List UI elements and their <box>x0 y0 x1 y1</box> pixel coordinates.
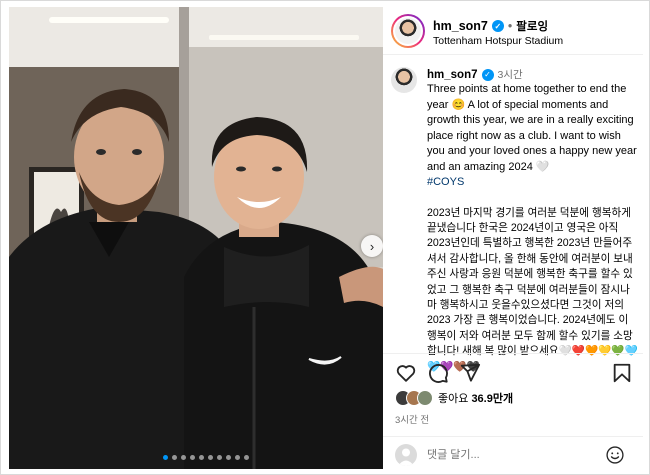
post-timestamp[interactable]: 3시간 전 <box>395 412 429 426</box>
hashtag-link[interactable]: #COYS <box>427 175 639 191</box>
user-placeholder-icon <box>398 448 414 466</box>
post-photo[interactable]: › <box>9 7 383 469</box>
post-header: hm_son7 ✓ • 팔로잉 Tottenham Hotspur Stadiu… <box>383 7 643 55</box>
comment-icon[interactable] <box>427 362 449 384</box>
bookmark-icon[interactable] <box>611 362 633 384</box>
carousel-dot <box>235 455 240 460</box>
liker-avatar <box>417 390 433 406</box>
verified-icon: ✓ <box>491 20 504 32</box>
comment-input[interactable] <box>427 445 597 465</box>
caption-username[interactable]: hm_son7 <box>427 69 478 81</box>
carousel-dots <box>163 455 249 460</box>
carousel-dot <box>226 455 231 460</box>
share-icon[interactable] <box>459 362 481 384</box>
caption-avatar[interactable] <box>391 67 417 93</box>
comment-bar <box>383 436 643 470</box>
carousel-dot <box>190 455 195 460</box>
avatar[interactable] <box>391 14 425 48</box>
carousel-dot <box>163 455 168 460</box>
carousel-dot <box>244 455 249 460</box>
carousel-dot <box>199 455 204 460</box>
following-button[interactable]: 팔로잉 <box>516 18 548 34</box>
heart-icon[interactable] <box>395 362 417 384</box>
photo-illustration <box>9 7 383 469</box>
carousel-dot <box>208 455 213 460</box>
carousel-dot <box>217 455 222 460</box>
emoji-icon[interactable] <box>605 445 625 465</box>
action-bar <box>395 362 633 384</box>
separator: • <box>507 19 513 33</box>
caption-english: Three points at home together to end the… <box>427 83 637 173</box>
caption-korean: 2023년 마지막 경기를 여러분 덕분에 행복하게 끝냈습니다 한국은 202… <box>427 206 638 373</box>
avatar <box>395 444 417 466</box>
caption-time: 3시간 <box>497 69 523 81</box>
instagram-post-window: › hm_son7 ✓ • 팔로잉 Tottenham Hotspur Stad… <box>0 0 650 475</box>
likes-number: 36.9만개 <box>471 393 514 405</box>
likes-row[interactable]: 좋아요 36.9만개 <box>395 389 513 407</box>
post-side-panel: hm_son7 ✓ • 팔로잉 Tottenham Hotspur Stadiu… <box>383 7 643 469</box>
likes-count[interactable]: 좋아요 36.9만개 <box>438 390 513 406</box>
caption-header: hm_son7 ✓ 3시간 <box>427 67 523 82</box>
caption-text: Three points at home together to end the… <box>427 82 639 375</box>
username-link[interactable]: hm_son7 <box>433 19 488 33</box>
location-link[interactable]: Tottenham Hotspur Stadium <box>433 35 563 47</box>
verified-icon: ✓ <box>481 68 494 81</box>
likes-prefix: 좋아요 <box>438 393 469 405</box>
actions-section: 좋아요 36.9만개 3시간 전 <box>383 353 643 469</box>
chevron-right-icon[interactable]: › <box>361 235 383 257</box>
carousel-dot <box>181 455 186 460</box>
carousel-dot <box>172 455 177 460</box>
header-user: hm_son7 ✓ • 팔로잉 <box>433 18 548 34</box>
